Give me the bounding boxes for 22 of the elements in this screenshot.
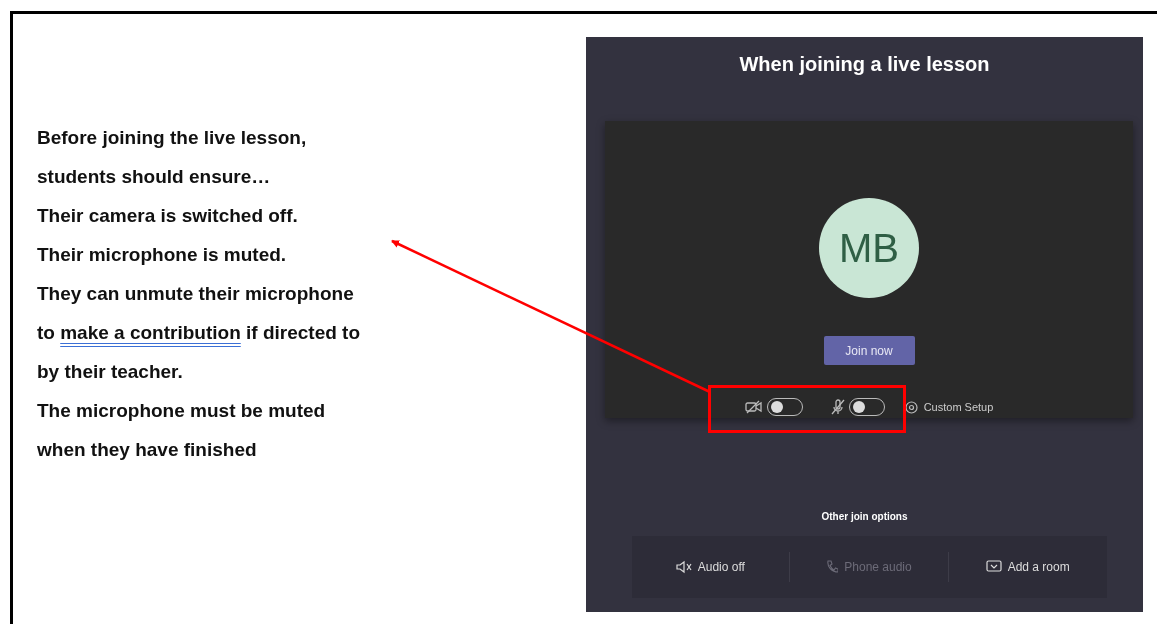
screen-icon — [985, 560, 1002, 574]
join-button[interactable]: Join now — [823, 336, 915, 365]
camera-off-icon — [744, 400, 763, 414]
instruction-text: when they have finished — [37, 438, 258, 462]
instruction-text: They can unmute their microphone — [37, 282, 355, 306]
join-option[interactable]: Audio off — [631, 552, 790, 582]
speaker-off-icon — [675, 560, 692, 574]
custom-setup-link[interactable]: Custom Setup — [904, 400, 994, 414]
instruction-text: Before joining the live lesson, — [37, 126, 308, 150]
settings-icon — [904, 400, 918, 414]
screen-title: When joining a live lesson — [739, 53, 990, 76]
avatar: MB — [819, 198, 919, 298]
instruction-text: students should ensure… — [37, 165, 272, 189]
instruction-text: by their teacher. — [37, 360, 184, 384]
mic-off-icon — [830, 399, 845, 415]
instruction-text: Their camera is switched off. — [37, 204, 299, 228]
phone-icon — [826, 560, 839, 574]
instruction-text: Their microphone is muted. — [37, 243, 288, 267]
instruction-text: The microphone must be muted — [37, 399, 327, 423]
join-option[interactable]: Add a room — [948, 552, 1107, 582]
section-heading: Other join options — [821, 511, 908, 522]
instruction-text: to make a contribution if directed to — [37, 321, 362, 345]
